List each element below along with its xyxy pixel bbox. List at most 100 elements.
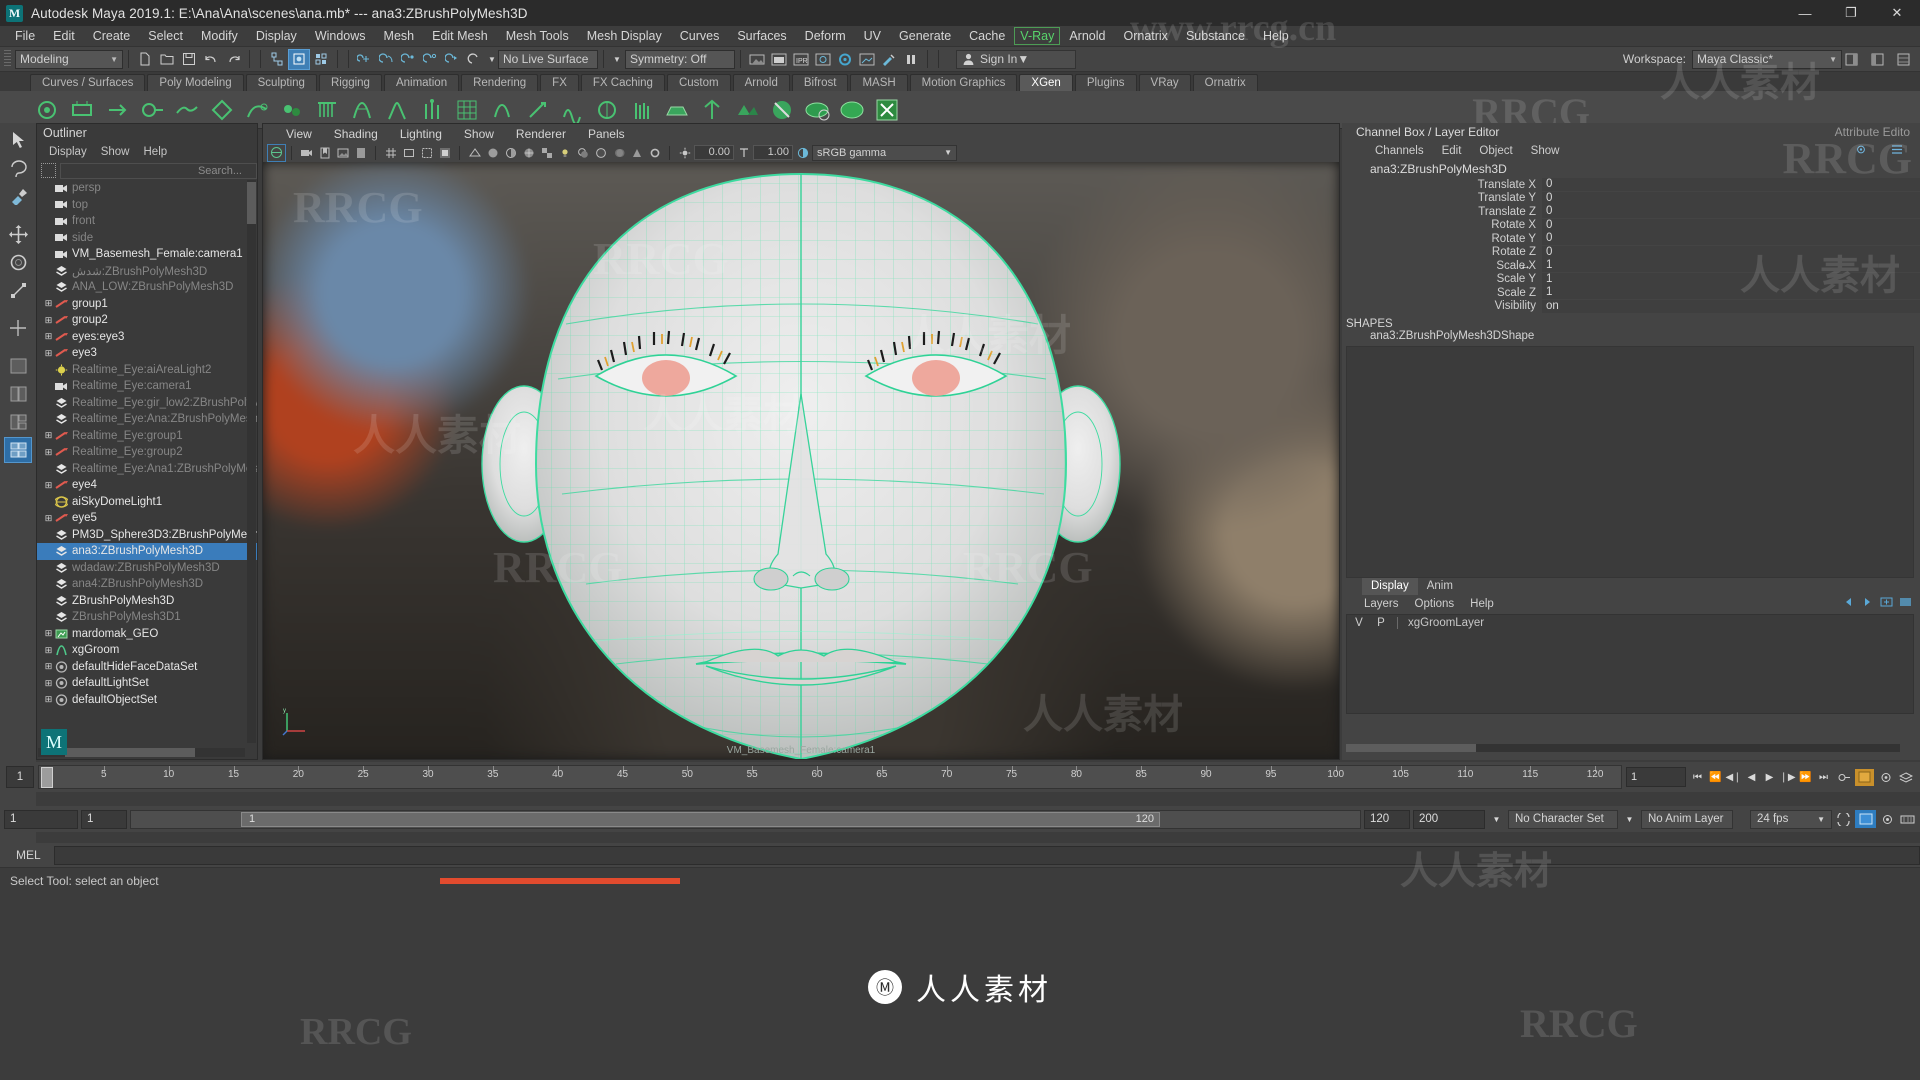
new-layer-from-selected-icon[interactable] (1899, 596, 1912, 611)
live-surface-field[interactable]: No Live Surface (498, 49, 598, 69)
channel-box-settings-icon[interactable] (1846, 144, 1876, 158)
bookmarks-icon[interactable] (316, 145, 333, 161)
outliner-item[interactable]: wdadaw:ZBrushPolyMesh3D (37, 560, 257, 577)
camera-attributes-icon[interactable] (298, 145, 315, 161)
make-live-icon[interactable] (464, 49, 486, 70)
two-sided-lighting-icon[interactable] (352, 145, 369, 161)
channel-box-attribute-list[interactable]: Translate X 0 Translate Y 0 Translate Z 0 Rota… (1342, 178, 1920, 313)
viewport-3d-canvas[interactable]: y VM_Basemesh_Female:camera1 RRCG 人人素材 R… (263, 162, 1339, 759)
range-slider-track[interactable]: 1 120 (130, 809, 1361, 829)
shelf-tab-mash[interactable]: MASH (850, 74, 908, 91)
channel-box-shape-name[interactable]: ana3:ZBrushPolyMesh3DShape (1342, 330, 1920, 342)
auto-key-icon[interactable] (1835, 768, 1852, 786)
outliner-item[interactable]: ana4:ZBrushPolyMesh3D (37, 576, 257, 593)
exposure-icon[interactable] (676, 145, 693, 161)
screen-space-ao-icon[interactable] (592, 145, 609, 161)
xgen-grow-icon[interactable] (380, 94, 413, 126)
shelf-tab-custom[interactable]: Custom (666, 74, 731, 91)
current-frame-field[interactable]: 1 (6, 766, 34, 788)
channel-attribute-row[interactable]: Scale Y 1 (1342, 272, 1920, 287)
outliner-item[interactable]: ⊞ Realtime_Eye:group2 (37, 444, 257, 461)
shelf-tab-poly-modeling[interactable]: Poly Modeling (147, 74, 244, 91)
symmetry-chevron-icon[interactable]: ▼ (609, 49, 625, 70)
xgen-wind-icon[interactable] (170, 94, 203, 126)
expand-toggle-icon[interactable]: ⊞ (43, 298, 54, 309)
xgen-hair-icon[interactable] (345, 94, 378, 126)
step-forward-key-button[interactable]: ⏩ (1797, 768, 1814, 786)
xgen-part-icon[interactable] (205, 94, 238, 126)
time-editor-icon[interactable] (1899, 810, 1916, 828)
xgen-clump-icon[interactable] (590, 94, 623, 126)
toggle-attribute-editor-icon[interactable] (1840, 49, 1862, 70)
move-layer-up-icon[interactable] (1842, 596, 1855, 611)
film-gate-icon[interactable] (400, 145, 417, 161)
menu-item-curves[interactable]: Curves (671, 26, 729, 47)
two-pane-layout-icon[interactable] (4, 381, 32, 407)
move-layer-down-icon[interactable] (1861, 596, 1874, 611)
four-pane-layout-icon[interactable] (4, 437, 32, 463)
lasso-tool-icon[interactable] (4, 155, 32, 181)
shelf-tab-rigging[interactable]: Rigging (318, 74, 382, 91)
rotate-tool-icon[interactable] (4, 249, 32, 275)
xgen-preview-icon[interactable] (30, 94, 63, 126)
channel-attribute-value[interactable]: 1 (1542, 286, 1920, 300)
outliner-item[interactable]: ⊞ eye4 (37, 477, 257, 494)
time-slider-playhead[interactable] (41, 767, 53, 788)
shelf-tab-arnold[interactable]: Arnold (732, 74, 790, 91)
toggle-display-icon[interactable] (878, 49, 900, 70)
viewport-menu-show[interactable]: Show (453, 127, 505, 141)
xgen-cut-icon[interactable] (520, 94, 553, 126)
anim-layer-dropdown[interactable]: No Anim Layer (1641, 809, 1733, 829)
xgen-comb-icon[interactable] (310, 94, 343, 126)
viewport-menu-renderer[interactable]: Renderer (505, 127, 577, 141)
layer-menu-options[interactable]: Options (1407, 598, 1463, 610)
render-current-frame-icon[interactable] (746, 49, 768, 70)
snap-to-point-icon[interactable] (398, 49, 420, 70)
expand-toggle-icon[interactable]: ⊞ (43, 480, 54, 491)
render-view-icon[interactable] (812, 49, 834, 70)
move-tool-icon[interactable] (4, 221, 32, 247)
shelf-tab-motion-graphics[interactable]: Motion Graphics (909, 74, 1018, 91)
outliner-item[interactable]: ANA_LOW:ZBrushPolyMesh3D (37, 279, 257, 296)
expand-toggle-icon[interactable]: ⊞ (43, 694, 54, 705)
channel-attribute-row[interactable]: Rotate Y 0 (1342, 232, 1920, 246)
layer-editor-tab-anim[interactable]: Anim (1418, 578, 1462, 595)
snap-options-chevron-icon[interactable]: ▼ (486, 49, 498, 70)
channel-attribute-value[interactable]: 0 (1542, 232, 1920, 246)
shelf-tab-ornatrix[interactable]: Ornatrix (1192, 74, 1258, 91)
menu-item-surfaces[interactable]: Surfaces (728, 26, 795, 47)
shadows-icon[interactable] (574, 145, 591, 161)
channel-box-menu-show[interactable]: Show (1522, 145, 1569, 157)
outliner-item[interactable]: PM3D_Sphere3D3:ZBrushPolyMesh3D (37, 527, 257, 544)
multisample-aa-icon[interactable] (628, 145, 645, 161)
menu-item-edit[interactable]: Edit (44, 26, 84, 47)
outliner-item[interactable]: VM_Basemesh_Female:camera1 (37, 246, 257, 263)
shelf-tab-fx[interactable]: FX (540, 74, 579, 91)
paint-select-tool-icon[interactable] (4, 183, 32, 209)
menu-item-mesh[interactable]: Mesh (375, 26, 424, 47)
menu-item-substance[interactable]: Substance (1177, 26, 1254, 47)
outliner-item[interactable]: ZBrushPolyMesh3D1 (37, 609, 257, 626)
channel-attribute-value[interactable]: 1 (1542, 272, 1920, 286)
channel-attribute-row[interactable]: Translate X 0 (1342, 178, 1920, 192)
gamma-value-field[interactable]: 1.00 (753, 145, 793, 160)
xgen-plane-icon[interactable] (660, 94, 693, 126)
outliner-item[interactable]: ⊞ eyes:eye3 (37, 329, 257, 346)
xgen-disc-icon[interactable] (800, 94, 833, 126)
go-to-end-button[interactable]: ⏭ (1815, 768, 1832, 786)
step-forward-frame-button[interactable]: ❘▶ (1779, 768, 1796, 786)
menu-item-ornatrix[interactable]: Ornatrix (1114, 26, 1176, 47)
minimize-icon[interactable]: — (1782, 0, 1828, 26)
select-camera-icon[interactable] (267, 143, 286, 162)
outliner-item[interactable]: ⊞ defaultLightSet (37, 675, 257, 692)
layer-visibility-cell[interactable]: V (1353, 617, 1365, 629)
xgen-collide-icon[interactable] (135, 94, 168, 126)
outliner-item[interactable]: ZBrushPolyMesh3D (37, 593, 257, 610)
use-all-lights-icon[interactable] (556, 145, 573, 161)
mel-command-input[interactable] (54, 845, 1920, 865)
animation-layer-icon[interactable] (1897, 768, 1914, 786)
menu-item-mesh-tools[interactable]: Mesh Tools (497, 26, 578, 47)
right-panel-tab-channel-box[interactable]: Channel Box / Layer Editor (1346, 123, 1509, 142)
select-object-icon[interactable] (288, 48, 310, 70)
menu-item-v-ray[interactable]: V-Ray (1014, 27, 1061, 45)
